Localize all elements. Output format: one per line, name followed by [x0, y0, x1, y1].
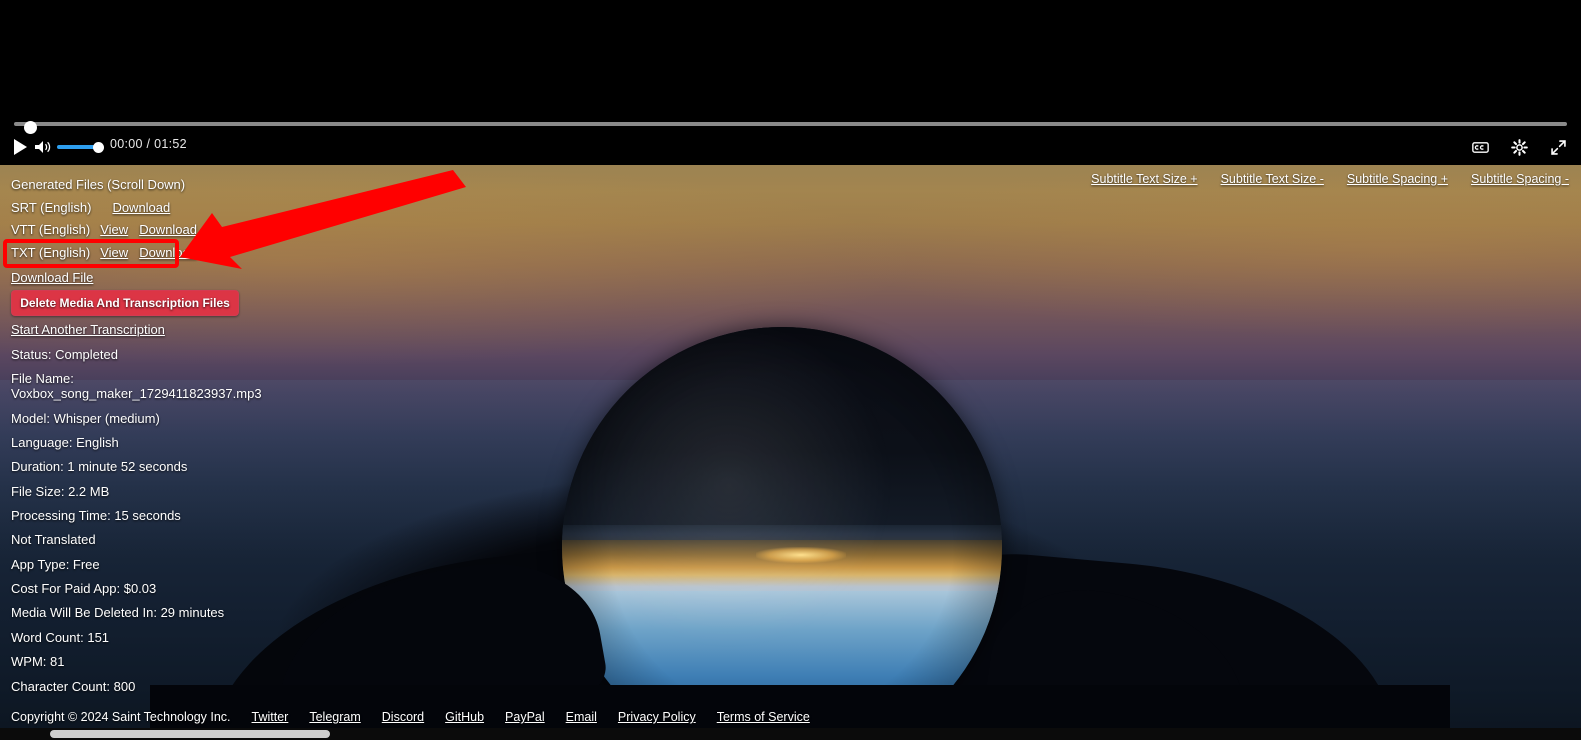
detail-language: Language: English [11, 435, 119, 450]
detail-word-count: Word Count: 151 [11, 630, 110, 645]
file-row-srt-label: SRT (English) [11, 200, 92, 215]
file-row-vtt-download[interactable]: Download [139, 222, 197, 237]
file-row-txt-label: TXT (English) [11, 245, 91, 260]
closed-captions-icon[interactable] [1472, 139, 1489, 156]
detail-status: Status: Completed [11, 347, 118, 362]
detail-model: Model: Whisper (medium) [11, 411, 160, 426]
app-root: 00:00 / 01:52 Subtitle Text Size + Subti… [0, 0, 1581, 740]
footer-link-paypal[interactable]: PayPal [505, 710, 545, 724]
detail-translation-status: Not Translated [11, 532, 96, 547]
volume-slider[interactable] [57, 142, 105, 153]
download-file-link[interactable]: Download File [11, 270, 93, 285]
footer: Copyright © 2024 Saint Technology Inc. T… [0, 706, 1581, 728]
time-display: 00:00 / 01:52 [110, 137, 187, 151]
player-control-row: 00:00 / 01:52 [0, 136, 1581, 158]
subtitle-controls: Subtitle Text Size + Subtitle Text Size … [1091, 172, 1569, 186]
seek-bar[interactable] [0, 118, 1581, 134]
transcription-info-panel: Generated Files (Scroll Down) SRT (Engli… [0, 165, 470, 740]
file-row-vtt-label: VTT (English) [11, 222, 91, 237]
copyright-text: Copyright © 2024 Saint Technology Inc. [11, 710, 231, 724]
detail-wpm: WPM: 81 [11, 654, 65, 669]
fullscreen-icon[interactable] [1550, 139, 1567, 156]
footer-link-github[interactable]: GitHub [445, 710, 484, 724]
player-right-controls [1472, 136, 1567, 158]
subtitle-spacing-increase[interactable]: Subtitle Spacing + [1347, 172, 1448, 186]
file-row-vtt: VTT (English) View Download [11, 222, 197, 237]
delete-media-button[interactable]: Delete Media And Transcription Files [11, 290, 239, 316]
file-row-srt: SRT (English) Download [11, 200, 170, 215]
file-row-vtt-view[interactable]: View [100, 222, 128, 237]
file-row-txt-download[interactable]: Download [139, 245, 197, 260]
footer-link-email[interactable]: Email [566, 710, 597, 724]
file-row-txt: TXT (English) View Download [11, 245, 197, 260]
detail-cost: Cost For Paid App: $0.03 [11, 581, 157, 596]
file-row-txt-view[interactable]: View [100, 245, 128, 260]
start-another-transcription-link[interactable]: Start Another Transcription [11, 322, 165, 337]
seek-thumb[interactable] [24, 121, 37, 134]
footer-link-terms-of-service[interactable]: Terms of Service [717, 710, 810, 724]
detail-processing-time: Processing Time: 15 seconds [11, 508, 181, 523]
scrollbar-thumb[interactable] [50, 730, 330, 738]
horizontal-scrollbar[interactable] [0, 728, 1581, 740]
detail-character-count: Character Count: 800 [11, 679, 136, 694]
file-row-srt-download[interactable]: Download [112, 200, 170, 215]
seek-track[interactable] [14, 121, 1567, 134]
detail-app-type: App Type: Free [11, 557, 100, 572]
volume-icon[interactable] [34, 139, 52, 155]
footer-link-twitter[interactable]: Twitter [252, 710, 289, 724]
subtitle-text-size-decrease[interactable]: Subtitle Text Size - [1221, 172, 1324, 186]
play-icon[interactable] [12, 138, 28, 156]
footer-link-telegram[interactable]: Telegram [309, 710, 360, 724]
volume-fill [57, 145, 98, 149]
gear-icon[interactable] [1511, 138, 1528, 156]
detail-file-size: File Size: 2.2 MB [11, 484, 110, 499]
footer-link-privacy-policy[interactable]: Privacy Policy [618, 710, 696, 724]
footer-link-discord[interactable]: Discord [382, 710, 424, 724]
detail-file-name-label: File Name: [11, 371, 74, 386]
detail-deletion-timer: Media Will Be Deleted In: 29 minutes [11, 605, 225, 620]
generated-files-heading: Generated Files (Scroll Down) [11, 177, 186, 192]
subtitle-spacing-decrease[interactable]: Subtitle Spacing - [1471, 172, 1569, 186]
ball-glass-shading [562, 327, 1002, 740]
glass-ball [562, 327, 1002, 740]
detail-file-name-value: Voxbox_song_maker_1729411823937.mp3 [11, 386, 262, 401]
subtitle-text-size-increase[interactable]: Subtitle Text Size + [1091, 172, 1197, 186]
detail-duration: Duration: 1 minute 52 seconds [11, 459, 188, 474]
video-player-controls: 00:00 / 01:52 [0, 0, 1581, 165]
volume-thumb[interactable] [93, 142, 104, 153]
